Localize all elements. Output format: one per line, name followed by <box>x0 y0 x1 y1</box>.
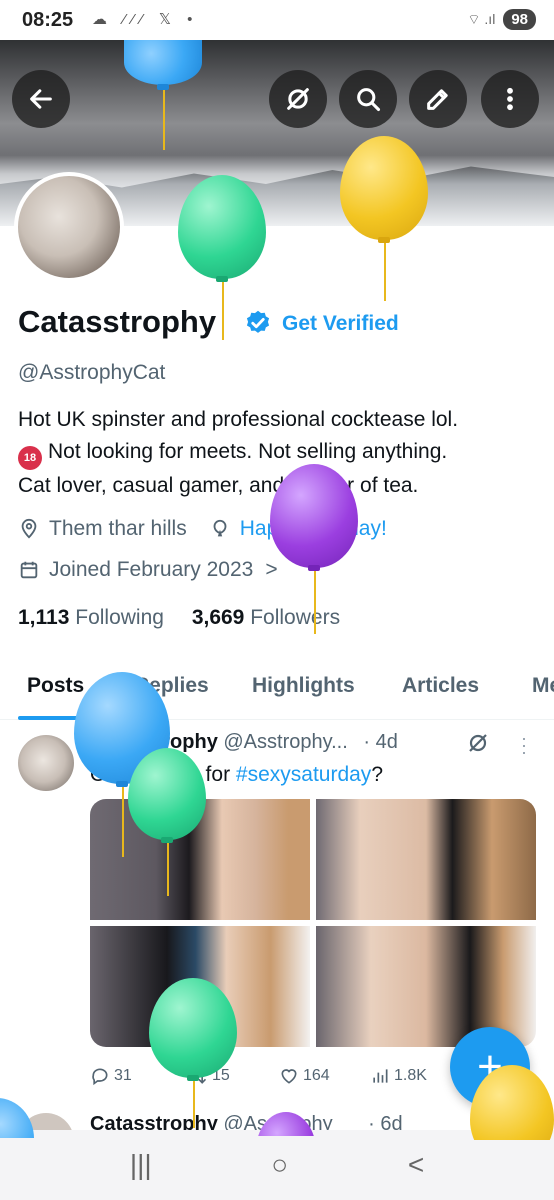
post-time: · 4d <box>363 731 398 753</box>
views-chart-icon <box>373 1069 388 1083</box>
status-right: ⌔ .ıl 98 <box>467 9 536 30</box>
reply-icon <box>92 1068 108 1086</box>
search-button[interactable] <box>339 70 397 128</box>
balloon-icon <box>0 1098 34 1138</box>
reply-count: 31 <box>114 1067 132 1084</box>
location-text: Them thar hills <box>49 517 187 540</box>
following-count: 1,113 <box>18 606 70 629</box>
grok-button[interactable] <box>269 70 327 128</box>
edit-button[interactable] <box>409 70 467 128</box>
notification-icons: ☁ ⁄⁄⁄ 𝕏 • <box>92 11 199 28</box>
following-label: Following <box>75 606 164 629</box>
pencil-icon <box>427 89 448 110</box>
joined-text: Joined February 2023 <box>49 558 254 581</box>
followers-count: 3,669 <box>191 606 245 629</box>
age-18-icon: 18 <box>18 446 42 470</box>
recent-apps-icon[interactable]: ||| <box>130 1149 152 1181</box>
balloon-icon <box>178 175 266 340</box>
tab-articles[interactable]: Articles <box>402 674 479 698</box>
grok-icon <box>287 88 309 110</box>
calendar-icon <box>20 561 38 579</box>
bio-line-2-text: Not looking for meets. Not selling anyth… <box>48 440 448 463</box>
status-bar: 08:25 ☁ ⁄⁄⁄ 𝕏 • ⌔ .ıl 98 <box>0 0 554 40</box>
system-nav-bar: ||| ○ < <box>0 1130 554 1200</box>
search-icon <box>357 88 381 112</box>
post-author-handle[interactable]: @Asstrophy... <box>223 731 347 753</box>
tab-highlights[interactable]: Highlights <box>252 674 355 698</box>
balloon-icon <box>270 464 358 634</box>
profile-handle: @AsstrophyCat <box>18 361 166 384</box>
view-count: 1.8K <box>394 1067 427 1084</box>
get-verified-link[interactable]: Get Verified <box>282 312 399 336</box>
post-text-end: ? <box>371 763 383 786</box>
post-photo-2[interactable] <box>316 799 536 920</box>
like-button[interactable]: 164 <box>279 1066 330 1086</box>
profile-avatar[interactable] <box>14 172 124 282</box>
balloon-icon <box>149 978 237 1128</box>
balloon-icon <box>124 40 202 150</box>
bio-line-1: Hot UK spinster and professional cocktea… <box>18 408 459 431</box>
post-more-icon[interactable]: · · · <box>520 729 528 761</box>
back-icon[interactable]: < <box>408 1149 424 1181</box>
more-vertical-icon <box>507 87 513 111</box>
like-count: 164 <box>303 1067 330 1084</box>
balloon-icon <box>470 1065 554 1140</box>
balloon-icon <box>340 136 428 301</box>
status-time: 08:25 <box>22 9 74 31</box>
grok-icon[interactable] <box>466 731 490 755</box>
home-icon[interactable]: ○ <box>271 1149 288 1181</box>
balloon-icon <box>256 1112 316 1136</box>
tab-media[interactable]: Me <box>532 674 554 698</box>
views-button[interactable]: 1.8K <box>370 1066 427 1086</box>
location-pin-icon <box>21 518 37 539</box>
balloon-icon <box>128 748 206 896</box>
signal-icon: ⌔ .ıl <box>467 10 496 27</box>
joined-row[interactable]: Joined February 2023 > <box>18 558 278 582</box>
post-hashtag[interactable]: #sexysaturday <box>236 763 371 786</box>
heart-icon <box>281 1069 297 1084</box>
balloon-icon <box>213 519 227 537</box>
more-options-button[interactable] <box>481 70 539 128</box>
post-author-avatar[interactable] <box>18 735 74 791</box>
back-arrow-icon <box>30 89 52 109</box>
following-link[interactable]: 1,113 Following <box>18 606 164 629</box>
back-button[interactable] <box>12 70 70 128</box>
battery-badge: 98 <box>503 9 536 30</box>
reply-button[interactable]: 31 <box>90 1066 132 1086</box>
